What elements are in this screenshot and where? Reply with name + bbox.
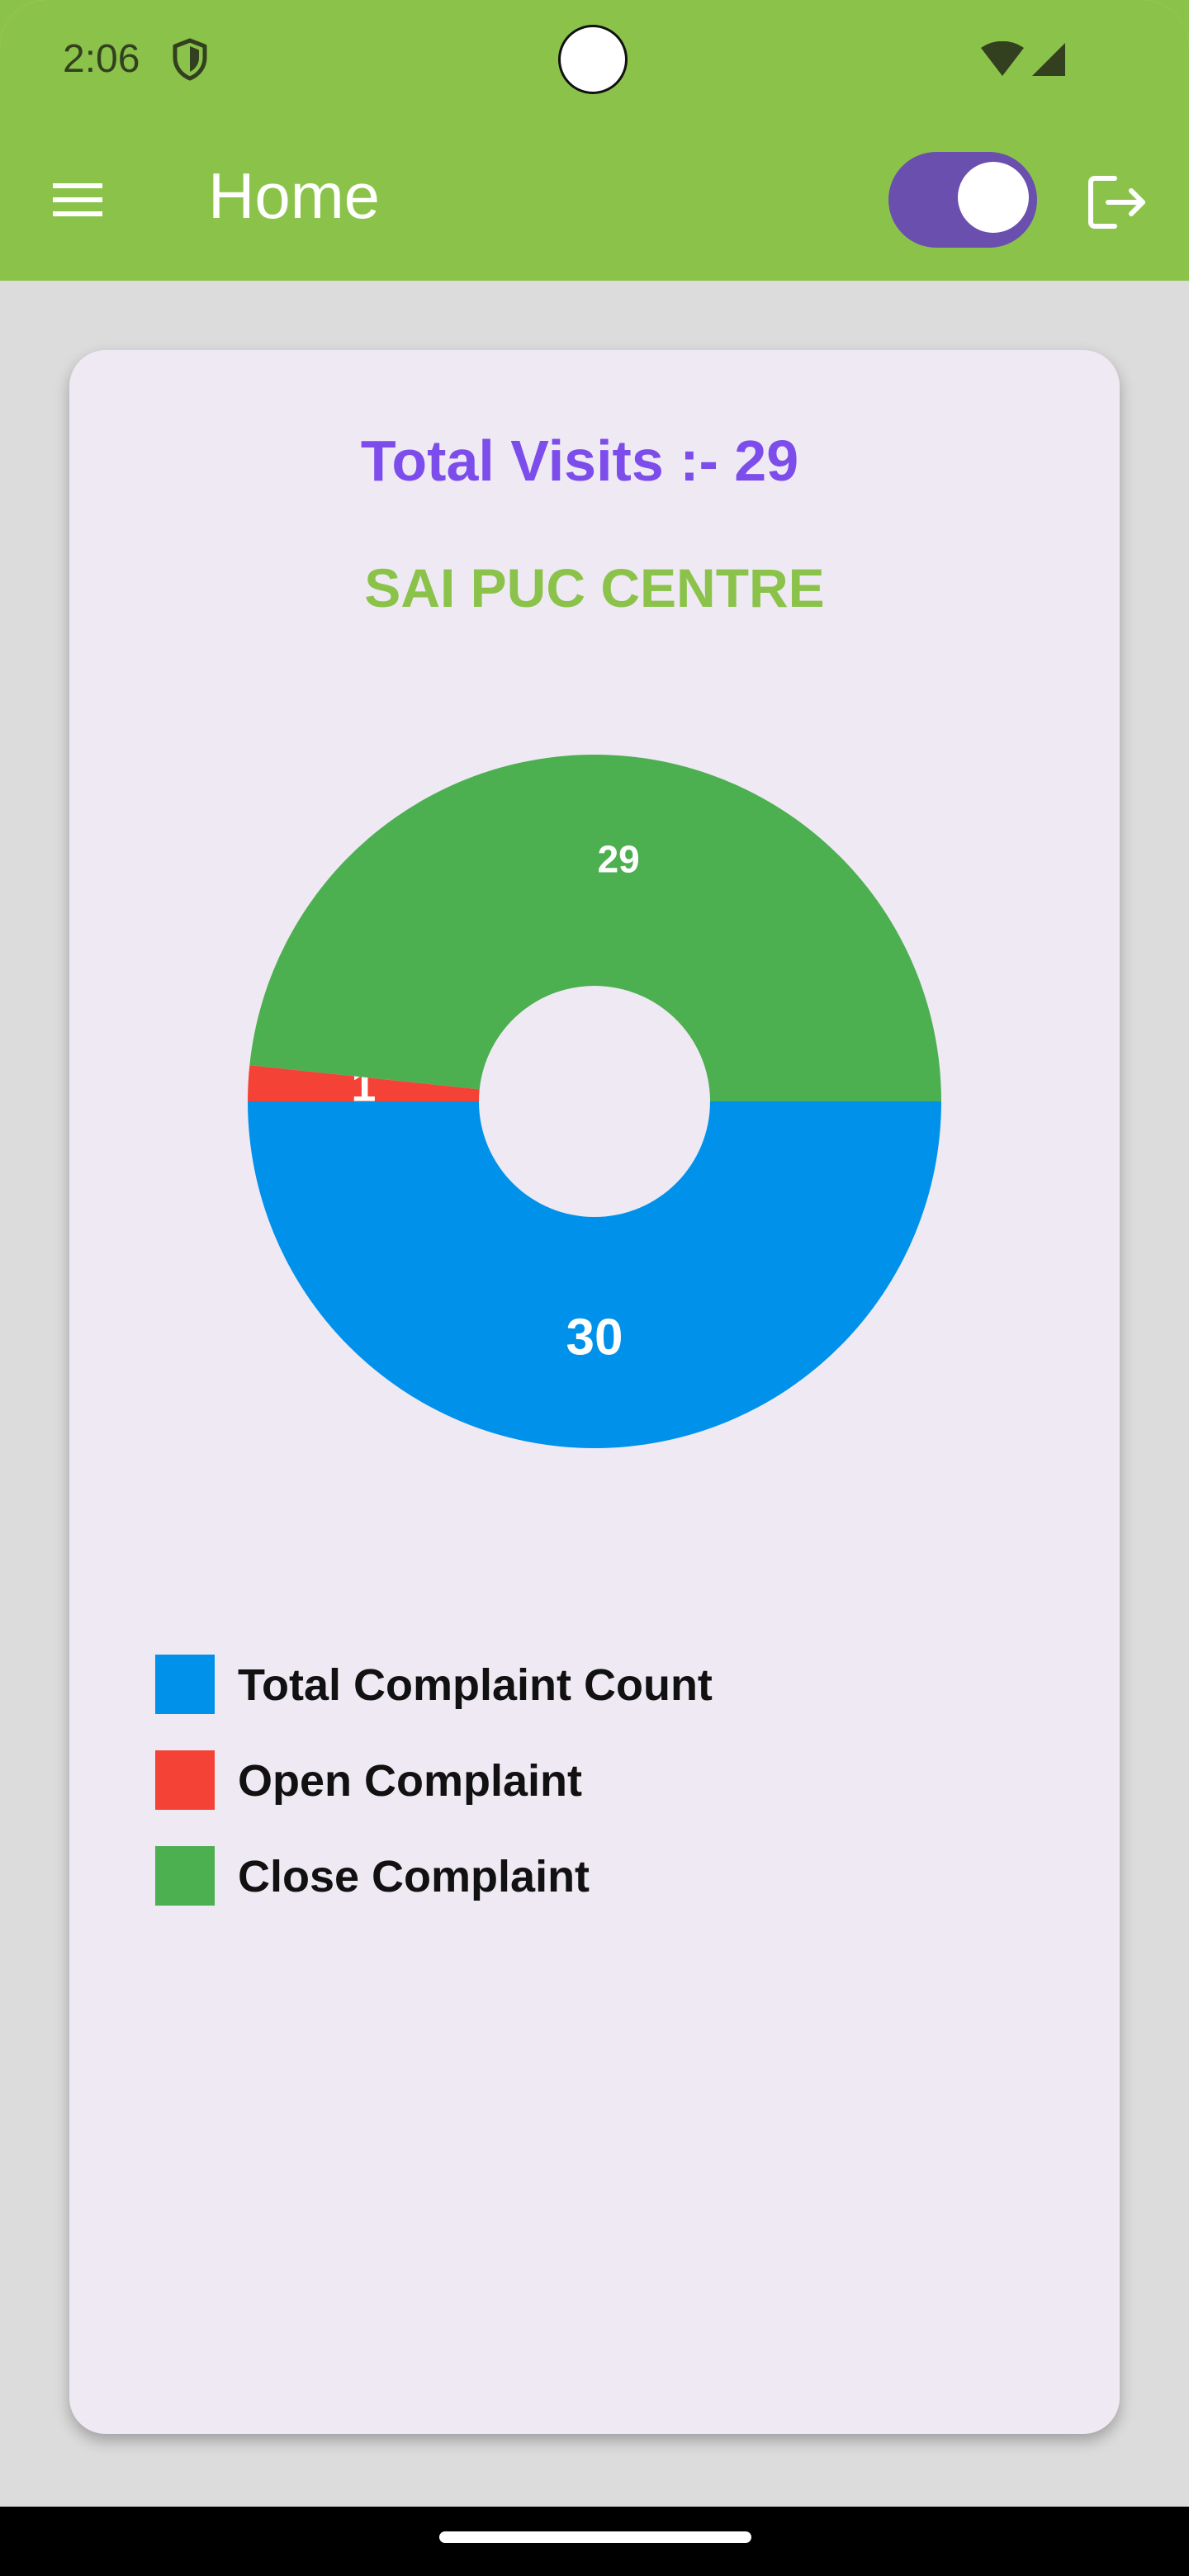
page-title: Home bbox=[208, 159, 381, 232]
wifi-icon bbox=[981, 41, 1024, 76]
signal-icon bbox=[1032, 43, 1065, 76]
slice-label: 30 bbox=[566, 1309, 623, 1366]
legend-label: Total Complaint Count bbox=[238, 1660, 713, 1710]
status-bar: 2:06 bbox=[0, 0, 1189, 124]
slice-close-complaint bbox=[249, 754, 941, 1101]
slice-total-complaint-count bbox=[248, 1101, 941, 1448]
legend-item-open-complaint: Open Complaint bbox=[155, 1750, 898, 1810]
status-time: 2:06 bbox=[63, 37, 140, 81]
slice-label: 29 bbox=[598, 838, 640, 881]
app-header: 2:06 Home bbox=[0, 0, 1189, 281]
home-indicator[interactable] bbox=[439, 2531, 751, 2543]
camera-cutout bbox=[558, 25, 628, 94]
dashboard-card: Total Visits :- 29 SAI PUC CENTRE 30 1 29 … bbox=[69, 350, 1120, 2434]
toggle-knob[interactable] bbox=[958, 162, 1029, 233]
legend-swatch bbox=[155, 1846, 215, 1906]
legend-item-close-complaint: Close Complaint bbox=[155, 1846, 898, 1906]
legend-item-total-complaint: Total Complaint Count bbox=[155, 1655, 898, 1714]
system-nav-bar bbox=[0, 2507, 1189, 2576]
legend-label: Close Complaint bbox=[238, 1852, 590, 1901]
shield-icon bbox=[173, 38, 207, 81]
logout-icon[interactable] bbox=[1087, 173, 1149, 231]
complaint-donut-chart: 30129 bbox=[248, 754, 941, 1448]
legend-label: Open Complaint bbox=[238, 1756, 582, 1806]
legend-swatch bbox=[155, 1655, 215, 1714]
screen: 2:06 Home Total Visits:- 29 SAI PUC CEN… bbox=[0, 0, 1189, 2576]
menu-icon[interactable] bbox=[50, 175, 106, 225]
theme-toggle[interactable] bbox=[888, 152, 1037, 248]
legend-swatch bbox=[155, 1750, 215, 1810]
toolbar: Home bbox=[0, 124, 1189, 281]
